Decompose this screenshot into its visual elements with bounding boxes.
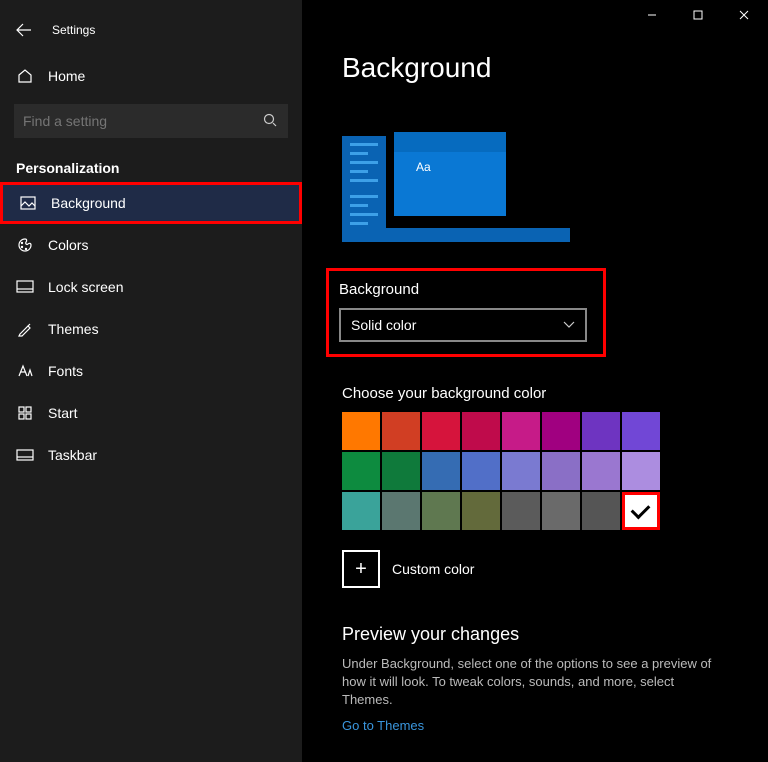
color-swatches [342,412,670,530]
color-swatch[interactable] [382,412,420,450]
color-swatch[interactable] [422,452,460,490]
search-icon [263,113,279,129]
color-swatch[interactable] [382,452,420,490]
desktop-preview: Aa [342,114,570,242]
window-controls [629,0,767,30]
color-swatch[interactable] [582,452,620,490]
nav-label: Colors [48,237,88,253]
color-swatch[interactable] [542,492,580,530]
preview-changes-text: Under Background, select one of the opti… [342,655,727,710]
sidebar-item-home[interactable]: Home [0,60,302,92]
taskbar-icon [16,449,34,461]
close-button[interactable] [721,0,767,30]
lockscreen-icon [16,280,34,294]
custom-color-row[interactable]: + Custom color [342,550,767,588]
themes-icon [16,321,34,337]
custom-color-button[interactable]: + [342,550,380,588]
app-title: Settings [52,23,95,37]
color-swatch[interactable] [582,492,620,530]
color-swatch[interactable] [382,492,420,530]
color-swatch[interactable] [542,452,580,490]
color-swatch[interactable] [462,492,500,530]
color-swatch[interactable] [462,452,500,490]
color-swatch[interactable] [462,412,500,450]
group-header: Personalization [16,160,302,176]
color-swatch[interactable] [622,452,660,490]
sidebar-item-taskbar[interactable]: Taskbar [0,434,302,476]
sidebar-item-background[interactable]: Background [0,182,302,224]
maximize-button[interactable] [675,0,721,30]
custom-color-label: Custom color [392,561,474,577]
preview-sample-text: Aa [394,152,506,174]
color-swatch[interactable] [422,412,460,450]
nav-label: Themes [48,321,99,337]
background-setting-block: Background Solid color [326,268,606,357]
home-label: Home [48,68,85,84]
color-swatch[interactable] [342,492,380,530]
chevron-down-icon [563,321,575,329]
preview-changes-heading: Preview your changes [342,624,767,645]
search-input[interactable] [23,113,243,129]
color-swatch[interactable] [422,492,460,530]
color-swatch[interactable] [622,492,660,530]
color-swatch[interactable] [502,412,540,450]
sidebar-item-fonts[interactable]: Fonts [0,350,302,392]
color-swatch[interactable] [622,412,660,450]
color-swatch[interactable] [342,452,380,490]
sidebar: Settings Home Personalization Background [0,0,302,762]
color-swatch[interactable] [342,412,380,450]
sidebar-item-start[interactable]: Start [0,392,302,434]
color-swatch[interactable] [582,412,620,450]
color-swatch[interactable] [502,452,540,490]
plus-icon: + [355,559,367,579]
picture-icon [19,196,37,210]
choose-color-label: Choose your background color [342,385,767,402]
back-button[interactable] [14,20,34,40]
sidebar-item-colors[interactable]: Colors [0,224,302,266]
fonts-icon [16,364,34,378]
minimize-button[interactable] [629,0,675,30]
background-dropdown[interactable]: Solid color [339,308,587,342]
color-swatch[interactable] [542,412,580,450]
palette-icon [16,237,34,253]
background-label: Background [339,281,593,298]
nav-label: Lock screen [48,279,123,295]
nav-label: Background [51,195,126,211]
dropdown-value: Solid color [351,317,416,333]
color-swatch[interactable] [502,492,540,530]
search-box[interactable] [14,104,288,138]
go-to-themes-link[interactable]: Go to Themes [342,718,767,733]
nav-label: Fonts [48,363,83,379]
page-title: Background [342,52,767,84]
nav-label: Start [48,405,78,421]
content-area: Background Aa Background Solid color Cho… [302,0,767,762]
sidebar-item-lockscreen[interactable]: Lock screen [0,266,302,308]
nav-label: Taskbar [48,447,97,463]
home-icon [16,68,34,84]
sidebar-item-themes[interactable]: Themes [0,308,302,350]
start-icon [16,406,34,420]
